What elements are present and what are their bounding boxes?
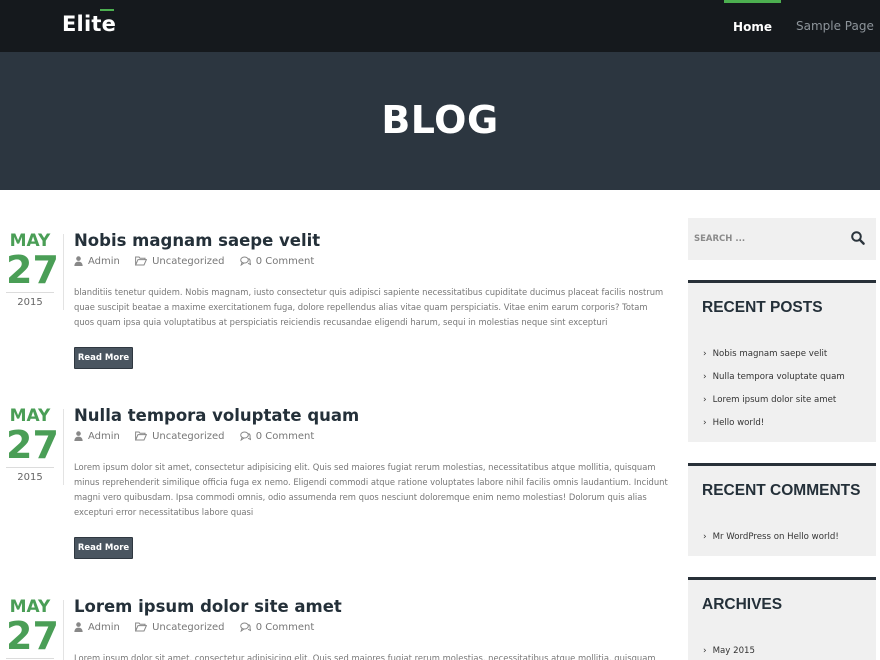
widget-title: ARCHIVES	[702, 596, 783, 613]
recent-comments-widget: RECENT COMMENTS › Mr WordPress on Hello w…	[688, 463, 876, 556]
post-date: MAY 27 2015	[6, 231, 59, 311]
comments-icon	[239, 622, 251, 632]
list-item[interactable]: › Mr WordPress on Hello world!	[703, 526, 839, 549]
post-date-day: 27	[6, 248, 59, 292]
chevron-right-icon: ›	[703, 418, 707, 428]
post-author[interactable]: Admin	[74, 256, 120, 267]
logo-accent-bar	[100, 9, 114, 11]
post-category-label: Uncategorized	[152, 431, 225, 442]
post-title[interactable]: Nobis magnam saepe velit	[74, 231, 320, 250]
post-item: MAY 27 2015 Nobis magnam saepe velit Adm…	[0, 231, 670, 381]
folder-icon	[135, 622, 148, 632]
post-author-label: Admin	[88, 256, 120, 267]
folder-icon	[135, 431, 148, 441]
archives-widget: ARCHIVES › May 2015	[688, 577, 876, 660]
archive-link[interactable]: May 2015	[713, 646, 755, 656]
post-author[interactable]: Admin	[74, 431, 120, 442]
chevron-right-icon: ›	[703, 349, 707, 359]
post-author[interactable]: Admin	[74, 622, 120, 633]
post-date: MAY 27	[6, 597, 59, 659]
post-date-day: 27	[6, 614, 59, 658]
widget-title: RECENT COMMENTS	[702, 482, 861, 499]
nav-item-sample-page[interactable]: Sample Page	[796, 0, 874, 52]
recent-post-link[interactable]: Nulla tempora voluptate quam	[713, 372, 845, 382]
list-item[interactable]: › Nulla tempora voluptate quam	[703, 366, 845, 389]
post-meta: Admin Uncategorized 0 Comment	[74, 622, 326, 634]
comments-icon	[239, 256, 251, 266]
post-author-label: Admin	[88, 431, 120, 442]
post-title[interactable]: Lorem ipsum dolor site amet	[74, 597, 342, 616]
date-separator	[6, 292, 54, 293]
recent-posts-widget: RECENT POSTS › Nobis magnam saepe velit ›…	[688, 280, 876, 442]
recent-posts-list: › Nobis magnam saepe velit › Nulla tempora…	[703, 343, 845, 435]
list-item[interactable]: › Nobis magnam saepe velit	[703, 343, 845, 366]
post-category[interactable]: Uncategorized	[135, 431, 225, 442]
folder-icon	[135, 256, 148, 266]
post-comments-label: 0 Comment	[255, 622, 315, 633]
user-icon	[74, 622, 83, 632]
post-category-label: Uncategorized	[152, 256, 225, 267]
date-divider	[63, 409, 64, 485]
archives-list: › May 2015	[703, 640, 755, 660]
post-meta: Admin Uncategorized 0 Comment	[74, 256, 326, 268]
post-comments[interactable]: 0 Comment	[239, 256, 315, 267]
post-meta: Admin Uncategorized 0 Comment	[74, 431, 326, 443]
read-more-button[interactable]: Read More	[74, 537, 133, 559]
post-comments-label: 0 Comment	[255, 431, 315, 442]
chevron-right-icon: ›	[703, 646, 707, 656]
post-date-year: 2015	[17, 297, 43, 308]
post-item: MAY 27 2015 Nulla tempora voluptate quam…	[0, 406, 670, 566]
page-title: BLOG	[381, 98, 499, 142]
post-author-label: Admin	[88, 622, 120, 633]
top-navbar: Elite Home Sample Page	[0, 0, 880, 52]
read-more-button[interactable]: Read More	[74, 347, 133, 369]
comments-icon	[239, 431, 251, 441]
list-item[interactable]: › Lorem ipsum dolor site amet	[703, 389, 845, 412]
chevron-right-icon: ›	[703, 395, 707, 405]
post-excerpt: Lorem ipsum dolor sit amet, consectetur …	[74, 653, 656, 660]
post-comments[interactable]: 0 Comment	[239, 431, 315, 442]
search-widget	[688, 218, 876, 260]
nav-item-home[interactable]: Home	[724, 0, 781, 52]
recent-comments-list: › Mr WordPress on Hello world!	[703, 526, 839, 549]
user-icon	[74, 256, 83, 266]
chevron-right-icon: ›	[703, 532, 707, 542]
list-item[interactable]: › May 2015	[703, 640, 755, 660]
user-icon	[74, 431, 83, 441]
date-separator	[6, 467, 54, 468]
post-category-label: Uncategorized	[152, 622, 225, 633]
recent-comment-link[interactable]: Mr WordPress on Hello world!	[713, 532, 839, 542]
widget-title: RECENT POSTS	[702, 299, 823, 316]
search-input[interactable]	[694, 228, 834, 250]
site-logo[interactable]: Elite	[62, 12, 116, 36]
post-comments[interactable]: 0 Comment	[239, 622, 315, 633]
post-comments-label: 0 Comment	[255, 256, 315, 267]
date-divider	[63, 600, 64, 660]
recent-post-link[interactable]: Lorem ipsum dolor site amet	[713, 395, 837, 405]
post-title[interactable]: Nulla tempora voluptate quam	[74, 406, 359, 425]
list-item[interactable]: › Hello world!	[703, 412, 845, 435]
post-date-day: 27	[6, 423, 59, 467]
post-item: MAY 27 Lorem ipsum dolor site amet Admin…	[0, 597, 670, 660]
chevron-right-icon: ›	[703, 372, 707, 382]
post-category[interactable]: Uncategorized	[135, 622, 225, 633]
post-category[interactable]: Uncategorized	[135, 256, 225, 267]
date-divider	[63, 234, 64, 310]
post-excerpt: Lorem ipsum dolor sit amet, consectetur …	[74, 462, 668, 517]
date-separator	[6, 658, 54, 659]
post-date: MAY 27 2015	[6, 406, 59, 486]
recent-post-link[interactable]: Nobis magnam saepe velit	[713, 349, 828, 359]
page-hero: BLOG	[0, 52, 880, 190]
post-date-year: 2015	[17, 472, 43, 483]
recent-post-link[interactable]: Hello world!	[713, 418, 765, 428]
post-excerpt: blanditiis tenetur quidem. Nobis magnam,…	[74, 287, 664, 327]
search-icon[interactable]	[850, 230, 866, 246]
